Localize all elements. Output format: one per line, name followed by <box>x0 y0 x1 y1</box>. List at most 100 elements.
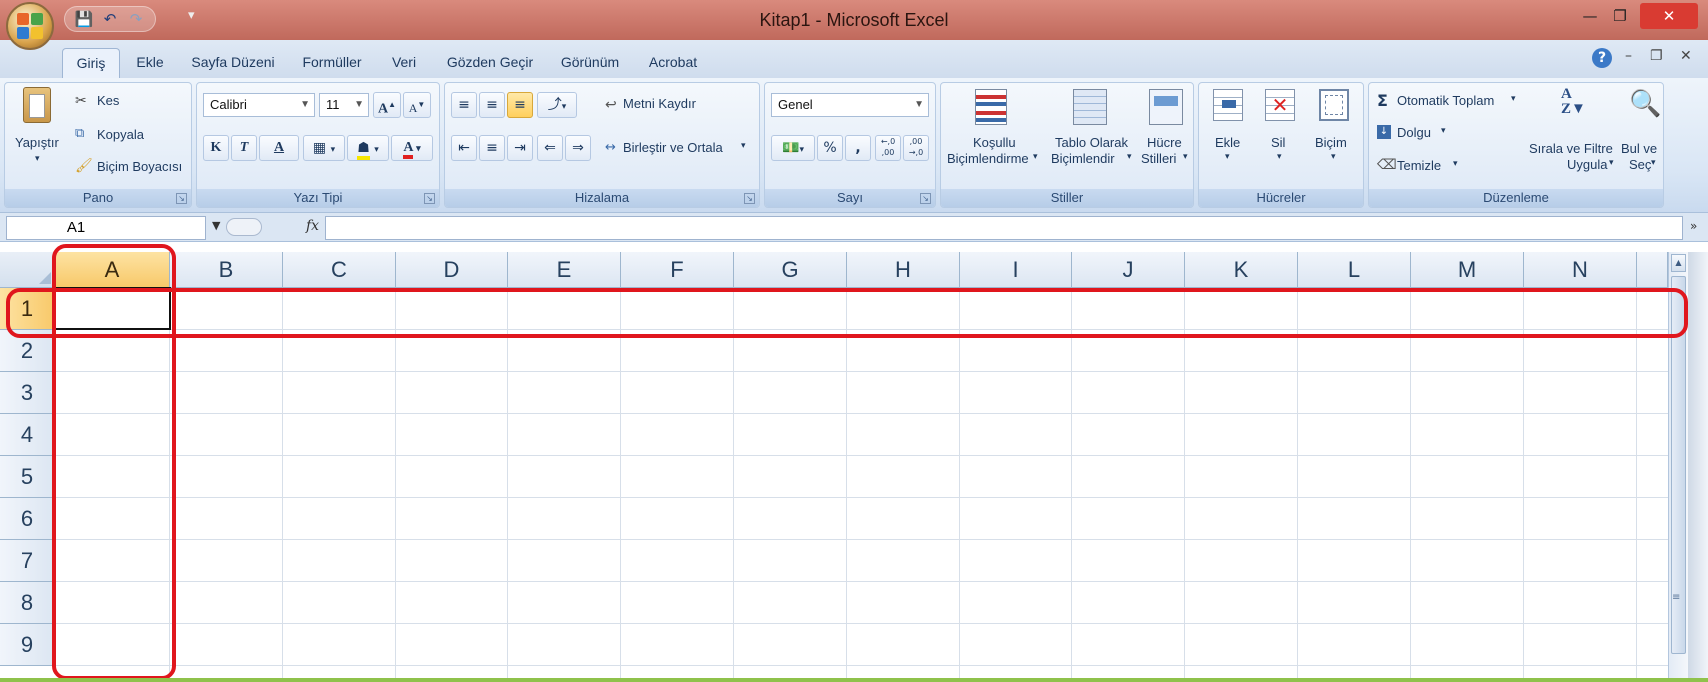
font-size-combo[interactable]: 11 ▼ <box>319 93 369 117</box>
number-launcher-icon[interactable]: ↘ <box>920 193 931 204</box>
name-box-dropdown-icon[interactable]: ▼ <box>212 219 220 232</box>
row-header-3[interactable]: 3 <box>0 372 55 414</box>
bold-button[interactable]: K <box>203 135 229 161</box>
clear-dropdown-icon[interactable]: ▾ <box>1453 158 1458 169</box>
currency-button[interactable]: 💵▾ <box>771 135 815 161</box>
number-format-combo[interactable]: Genel ▼ <box>771 93 929 117</box>
ribbon-restore-icon[interactable]: ❐ <box>1650 48 1663 64</box>
percent-button[interactable]: % <box>817 135 843 161</box>
align-bottom-button[interactable]: ≡ <box>507 92 533 118</box>
decrease-indent-button[interactable]: ⇐ <box>537 135 563 161</box>
office-button[interactable] <box>6 2 54 50</box>
ribbon-minimize-icon[interactable]: – <box>1625 48 1632 64</box>
column-header-h[interactable]: H <box>847 252 960 288</box>
find-select-button[interactable]: 🔍 Bul ve Seç ▾ <box>1621 85 1663 181</box>
align-left-button[interactable]: ⇤ <box>451 135 477 161</box>
font-name-combo[interactable]: Calibri ▼ <box>203 93 315 117</box>
expand-formula-icon[interactable]: » <box>1690 219 1697 233</box>
minimize-icon[interactable]: — <box>1578 3 1602 29</box>
cut-button[interactable]: Kes <box>97 93 119 108</box>
row-header-5[interactable]: 5 <box>0 456 55 498</box>
insert-function-button[interactable]: fx <box>306 218 319 234</box>
restore-icon[interactable]: ❐ <box>1608 3 1632 29</box>
column-header-d[interactable]: D <box>396 252 508 288</box>
row-header-6[interactable]: 6 <box>0 498 55 540</box>
ribbon-close-icon[interactable]: ✕ <box>1680 48 1692 64</box>
tab-acrobat[interactable]: Acrobat <box>640 48 706 78</box>
fill-button[interactable]: Dolgu <box>1397 125 1431 140</box>
tab-giris[interactable]: Giriş <box>62 48 120 78</box>
align-right-button[interactable]: ⇥ <box>507 135 533 161</box>
name-box[interactable]: A1 <box>6 216 206 240</box>
column-header-l[interactable]: L <box>1298 252 1411 288</box>
copy-button[interactable]: Kopyala <box>97 127 144 142</box>
column-header-k[interactable]: K <box>1185 252 1298 288</box>
increase-indent-button[interactable]: ⇒ <box>565 135 591 161</box>
row-header-8[interactable]: 8 <box>0 582 55 624</box>
underline-button[interactable]: A <box>259 135 299 161</box>
tab-veri[interactable]: Veri <box>384 48 424 78</box>
italic-button[interactable]: T <box>231 135 257 161</box>
format-painter-button[interactable]: Biçim Boyacısı <box>97 159 182 174</box>
font-color-button[interactable]: A ▾ <box>391 135 433 161</box>
scroll-up-icon[interactable]: ▲ <box>1671 254 1686 272</box>
row-header-4[interactable]: 4 <box>0 414 55 456</box>
row-header-9[interactable]: 9 <box>0 624 55 666</box>
tab-gozden-gecir[interactable]: Gözden Geçir <box>440 48 540 78</box>
formula-divider-handle[interactable] <box>226 218 262 236</box>
paste-button[interactable]: Yapıştır ▾ <box>7 85 67 181</box>
merge-center-button[interactable]: Birleştir ve Ortala <box>623 140 723 155</box>
help-icon[interactable]: ? <box>1592 48 1612 68</box>
tab-gorunum[interactable]: Görünüm <box>550 48 630 78</box>
row-header-7[interactable]: 7 <box>0 540 55 582</box>
column-header-f[interactable]: F <box>621 252 734 288</box>
active-cell-a1[interactable] <box>54 287 171 330</box>
decrease-decimal-button[interactable]: ,00 →,0 <box>903 135 929 161</box>
format-as-table-button[interactable]: Tablo Olarak Biçimlendir ▾ <box>1045 85 1137 181</box>
align-top-button[interactable]: ≡ <box>451 92 477 118</box>
row-header-2[interactable]: 2 <box>0 330 55 372</box>
select-all-button[interactable] <box>0 252 55 288</box>
column-header-i[interactable]: I <box>960 252 1072 288</box>
clear-button[interactable]: Temizle <box>1397 158 1441 173</box>
font-launcher-icon[interactable]: ↘ <box>424 193 435 204</box>
shrink-font-button[interactable]: A▼ <box>403 92 431 118</box>
increase-decimal-button[interactable]: ←,0 ,00 <box>875 135 901 161</box>
orientation-button[interactable]: ⤴▾ <box>537 92 577 118</box>
tab-formuller[interactable]: Formüller <box>292 48 372 78</box>
clipboard-launcher-icon[interactable]: ↘ <box>176 193 187 204</box>
sort-filter-button[interactable]: A Z▼ Sırala ve Filtre Uygula ▾ <box>1529 85 1619 181</box>
column-header-g[interactable]: G <box>734 252 847 288</box>
align-middle-button[interactable]: ≡ <box>479 92 505 118</box>
column-header-e[interactable]: E <box>508 252 621 288</box>
conditional-formatting-button[interactable]: Koşullu Biçimlendirme ▾ <box>945 85 1041 181</box>
delete-cells-button[interactable]: ✕ Sil ▾ <box>1257 85 1305 181</box>
insert-cells-button[interactable]: Ekle ▾ <box>1205 85 1253 181</box>
vertical-scrollbar[interactable]: ▲ ≡ <box>1668 252 1688 682</box>
column-header-next[interactable] <box>1637 252 1668 288</box>
alignment-launcher-icon[interactable]: ↘ <box>744 193 755 204</box>
column-header-j[interactable]: J <box>1072 252 1185 288</box>
borders-button[interactable]: ▦ ▾ <box>303 135 345 161</box>
autosum-button[interactable]: Otomatik Toplam <box>1397 93 1494 108</box>
column-header-a[interactable]: A <box>55 252 170 288</box>
row-header-1[interactable]: 1 <box>0 288 55 330</box>
column-header-m[interactable]: M <box>1411 252 1524 288</box>
cell-styles-button[interactable]: Hücre Stilleri ▾ <box>1137 85 1193 181</box>
formula-input[interactable] <box>325 216 1683 240</box>
tab-sayfa-duzeni[interactable]: Sayfa Düzeni <box>186 48 280 78</box>
column-header-c[interactable]: C <box>283 252 396 288</box>
column-header-n[interactable]: N <box>1524 252 1637 288</box>
fill-dropdown-icon[interactable]: ▾ <box>1441 125 1446 136</box>
format-cells-button[interactable]: Biçim ▾ <box>1309 85 1361 181</box>
close-icon[interactable]: ✕ <box>1640 3 1698 29</box>
tab-ekle[interactable]: Ekle <box>128 48 172 78</box>
autosum-dropdown-icon[interactable]: ▾ <box>1511 93 1516 104</box>
wrap-text-button[interactable]: Metni Kaydır <box>623 96 696 111</box>
fill-color-button[interactable]: ☗ ▾ <box>347 135 389 161</box>
grow-font-button[interactable]: A▲ <box>373 92 401 118</box>
merge-dropdown-icon[interactable]: ▾ <box>741 140 746 151</box>
column-header-b[interactable]: B <box>170 252 283 288</box>
align-center-button[interactable]: ≡ <box>479 135 505 161</box>
comma-button[interactable]: , <box>845 135 871 161</box>
